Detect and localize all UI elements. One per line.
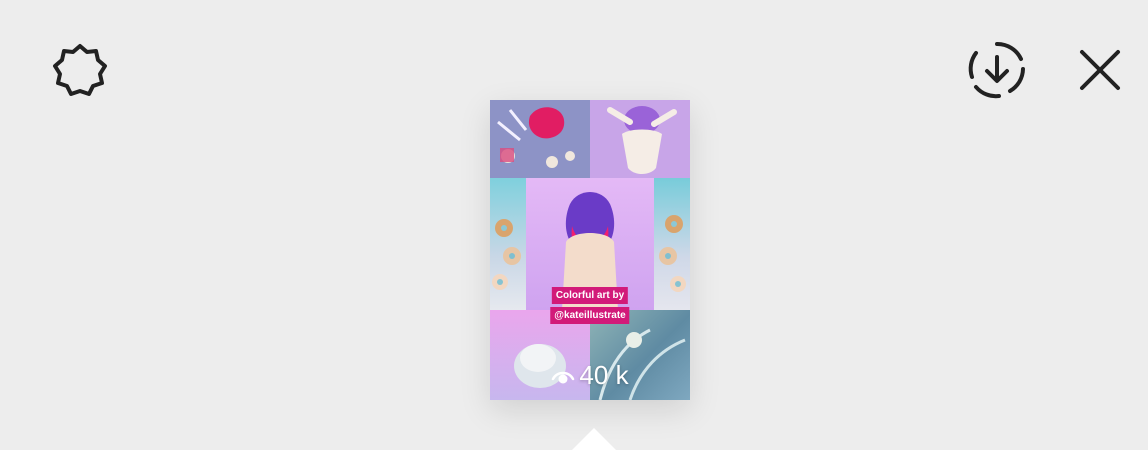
gear-icon (53, 44, 107, 96)
figure-illustration (607, 106, 677, 174)
donut-illustration (659, 215, 686, 292)
view-count-text: 40 k (579, 360, 629, 390)
settings-button[interactable] (48, 38, 112, 102)
story-thumbnail[interactable]: Colorful art by @kateillustrate 40 k (490, 100, 690, 400)
donut-illustration (492, 219, 521, 290)
view-count: 40 k (490, 360, 690, 391)
story-caption-line1: Colorful art by (551, 287, 629, 304)
close-icon (1080, 50, 1120, 90)
craft-illustration (497, 107, 575, 168)
story-collage-tile (490, 178, 526, 310)
selection-pointer (572, 428, 616, 450)
download-icon (968, 41, 1025, 99)
eye-icon (552, 371, 575, 383)
download-button[interactable] (962, 38, 1032, 102)
story-collage-tile (654, 178, 690, 310)
story-collage-tile (590, 100, 690, 178)
story-caption-line2: @kateillustrate (550, 307, 630, 324)
close-button[interactable] (1072, 42, 1128, 98)
story-collage-tile (490, 100, 590, 178)
